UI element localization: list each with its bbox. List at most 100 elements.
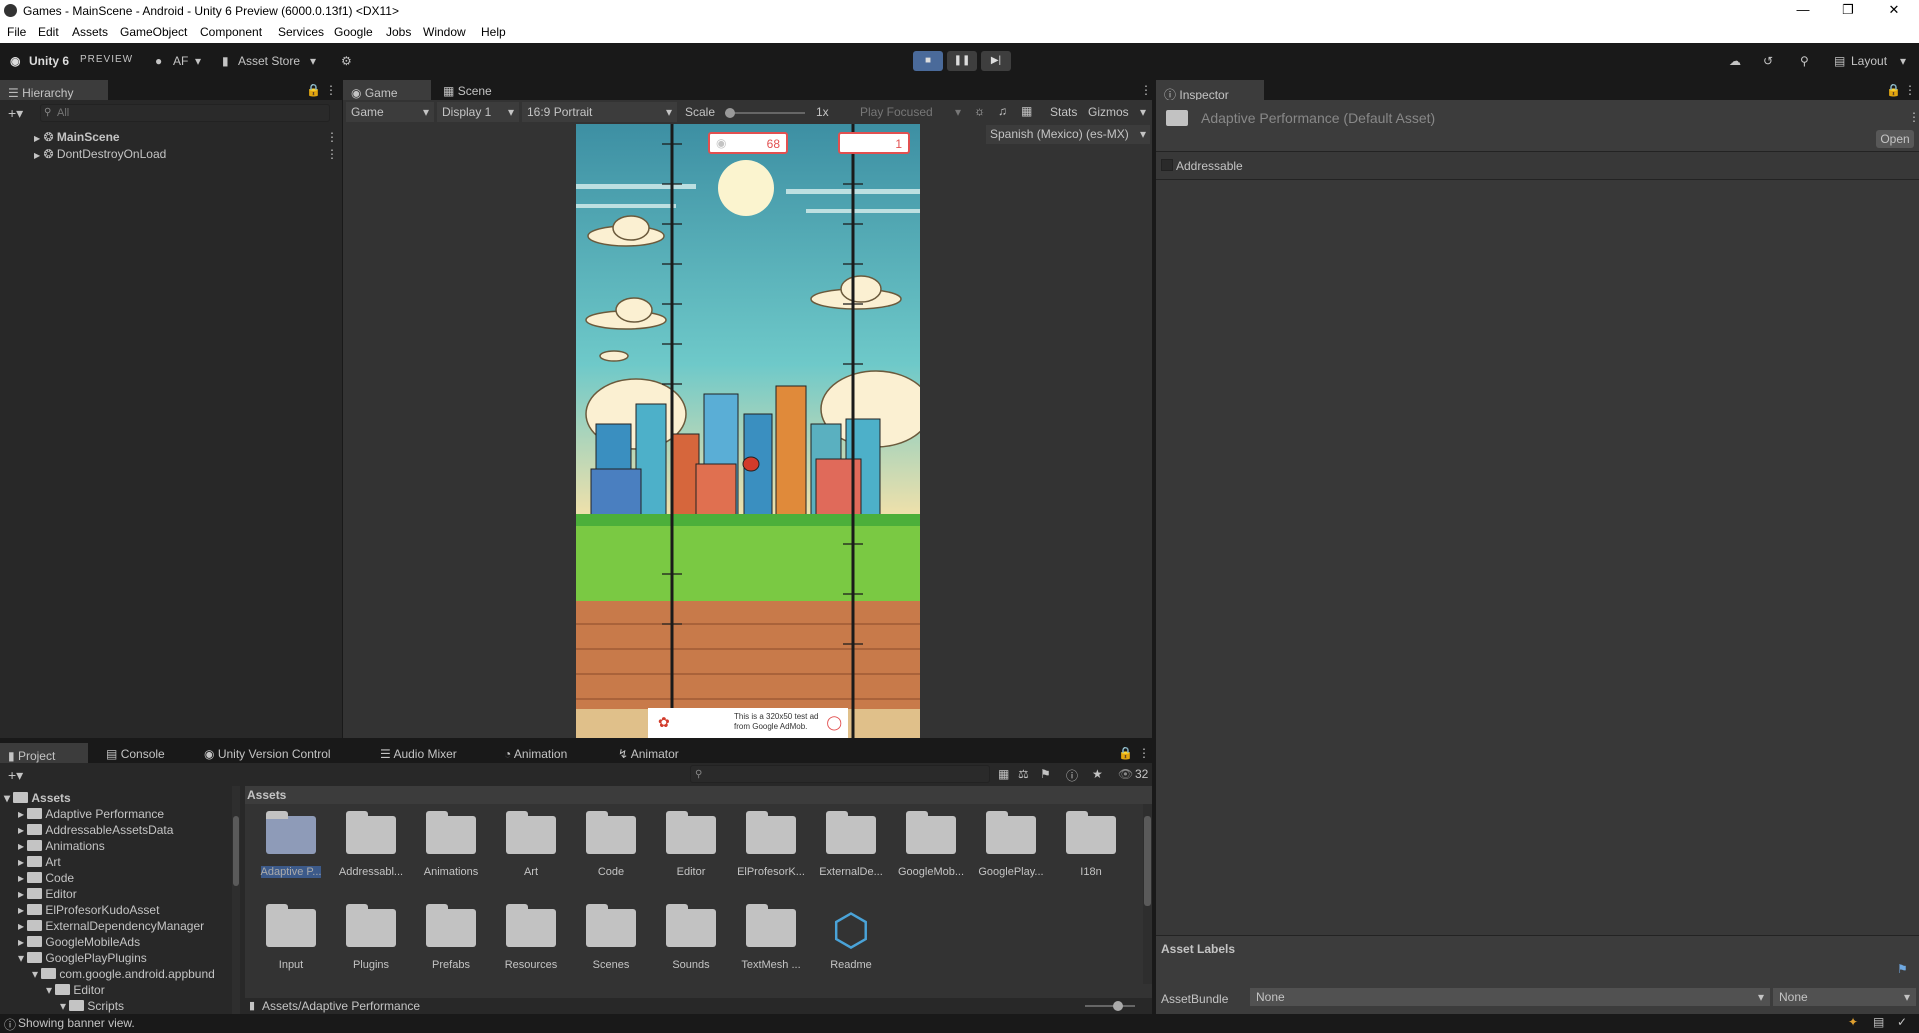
tab-animator[interactable]: ↯ Animator bbox=[610, 743, 687, 763]
minimize-icon[interactable]: — bbox=[1793, 2, 1813, 17]
warning-icon[interactable]: ⓘ bbox=[1066, 767, 1078, 784]
stats-grid-icon[interactable]: ▦ bbox=[1021, 104, 1032, 118]
more-icon[interactable]: ⋮ bbox=[326, 147, 338, 161]
grid-item-folder[interactable]: Input bbox=[251, 904, 331, 971]
grid-item-folder[interactable]: Resources bbox=[491, 904, 571, 971]
grid-item-folder[interactable]: I18n bbox=[1051, 811, 1131, 878]
grid-item-folder[interactable]: Editor bbox=[651, 811, 731, 878]
more-icon[interactable]: ⋮ bbox=[1908, 110, 1919, 124]
aspect-dropdown[interactable]: 16:9 Portrait ▾ bbox=[522, 102, 677, 122]
account-icon[interactable]: ● bbox=[155, 54, 162, 68]
tree-item[interactable]: ▸ Art bbox=[18, 855, 61, 869]
tab-version-control[interactable]: ◉ Unity Version Control bbox=[196, 743, 339, 763]
menu-edit[interactable]: Edit bbox=[38, 25, 59, 39]
cloud-icon[interactable]: ☁ bbox=[1729, 54, 1741, 68]
mute-icon[interactable]: ♫ bbox=[998, 104, 1007, 118]
menu-window[interactable]: Window bbox=[423, 25, 466, 39]
tag-icon[interactable]: ⚑ bbox=[1897, 962, 1908, 976]
tab-animation[interactable]: ◔ Animation bbox=[496, 743, 575, 763]
menu-file[interactable]: File bbox=[7, 25, 26, 39]
pause-button[interactable]: ❚❚ bbox=[947, 51, 977, 71]
search-icon[interactable]: ⚲ bbox=[1800, 54, 1809, 68]
step-button[interactable]: ▶| bbox=[981, 51, 1011, 71]
add-icon[interactable]: +▾ bbox=[8, 767, 23, 784]
history-icon[interactable]: ↺ bbox=[1763, 54, 1773, 68]
more-icon[interactable]: ⋮ bbox=[1904, 83, 1916, 97]
tab-hierarchy[interactable]: ☰ Hierarchy bbox=[0, 80, 108, 100]
close-icon[interactable]: ✕ bbox=[1884, 2, 1904, 18]
maximize-icon[interactable]: ❐ bbox=[1838, 2, 1858, 18]
game-mode-dropdown[interactable]: Game ▾ bbox=[346, 102, 434, 122]
progress-icon[interactable]: ✦ bbox=[1848, 1015, 1858, 1029]
tree-item[interactable]: ▾ Scripts bbox=[60, 999, 124, 1013]
menu-services[interactable]: Services bbox=[278, 25, 324, 39]
lock-icon[interactable]: 🔒 bbox=[1118, 746, 1133, 760]
hierarchy-item-mainscene[interactable]: ▶ ❂ MainScene bbox=[34, 130, 120, 144]
collab-icon[interactable]: ⚙ bbox=[341, 54, 352, 68]
breadcrumb[interactable]: Assets bbox=[245, 786, 1152, 804]
account-dropdown[interactable]: AF bbox=[173, 54, 188, 68]
stats-button[interactable]: Stats bbox=[1050, 105, 1077, 119]
star-icon[interactable]: ★ bbox=[1092, 767, 1103, 781]
icon-size-slider[interactable] bbox=[1085, 1001, 1135, 1011]
grid-item-folder[interactable]: Addressabl... bbox=[331, 811, 411, 878]
tree-item[interactable]: ▸ ElProfesorKudoAsset bbox=[18, 903, 159, 917]
more-icon[interactable]: ⋮ bbox=[1140, 83, 1152, 97]
grid-item-folder[interactable]: GoogleMob... bbox=[891, 811, 971, 878]
project-search-input[interactable]: ⚲ bbox=[690, 765, 990, 783]
tree-item[interactable]: ▸ ExternalDependencyManager bbox=[18, 919, 204, 933]
locale-dropdown[interactable]: Spanish (Mexico) (es-MX) ▾ bbox=[986, 125, 1150, 144]
filter-icon[interactable]: ⚖ bbox=[1018, 767, 1029, 781]
addressable-checkbox[interactable] bbox=[1161, 159, 1173, 171]
label-icon[interactable]: ⚑ bbox=[1040, 767, 1051, 781]
display-dropdown[interactable]: Display 1 ▾ bbox=[437, 102, 519, 122]
gizmos-button[interactable]: Gizmos bbox=[1088, 105, 1129, 119]
search-by-type-icon[interactable]: ▦ bbox=[998, 767, 1009, 781]
hierarchy-search-input[interactable] bbox=[40, 104, 330, 122]
grid-item-folder[interactable]: ElProfesorK... bbox=[731, 811, 811, 878]
play-focused-dropdown[interactable]: Play Focused bbox=[860, 105, 933, 119]
check-icon[interactable]: ✓ bbox=[1897, 1015, 1907, 1029]
grid-item-folder[interactable]: Code bbox=[571, 811, 651, 878]
tree-item[interactable]: ▾ GooglePlayPlugins bbox=[18, 951, 147, 965]
lock-icon[interactable]: 🔒 bbox=[306, 83, 321, 97]
hierarchy-item-dontdestroyonload[interactable]: ▶ ❂ DontDestroyOnLoad bbox=[34, 147, 166, 161]
grid-item-folder[interactable]: Animations bbox=[411, 811, 491, 878]
assetbundle-dropdown[interactable]: None ▾ bbox=[1250, 988, 1770, 1006]
vsync-icon[interactable]: ☼ bbox=[974, 104, 985, 118]
grid-item-folder[interactable]: Prefabs bbox=[411, 904, 491, 971]
grid-scrollbar[interactable] bbox=[1143, 804, 1152, 984]
grid-item-folder[interactable]: TextMesh ... bbox=[731, 904, 811, 971]
tree-item[interactable]: ▸ Editor bbox=[18, 887, 77, 901]
tree-item[interactable]: ▸ Animations bbox=[18, 839, 105, 853]
tree-item[interactable]: ▾ com.google.android.appbund bbox=[32, 967, 215, 981]
tab-console[interactable]: ▤ Console bbox=[98, 743, 173, 763]
more-icon[interactable]: ⋮ bbox=[1138, 746, 1150, 760]
add-icon[interactable]: +▾ bbox=[8, 105, 23, 122]
game-viewport[interactable]: ◉ 68 1 ✿ This is a 320x50 test ad from G… bbox=[576, 124, 920, 738]
tab-scene[interactable]: ▦ Scene bbox=[435, 80, 500, 100]
tree-item[interactable]: ▸ GoogleMobileAds bbox=[18, 935, 140, 949]
tab-project[interactable]: ▮ Project bbox=[0, 743, 88, 763]
menu-gameobject[interactable]: GameObject bbox=[120, 25, 187, 39]
tree-item[interactable]: ▸ Code bbox=[18, 871, 74, 885]
tab-inspector[interactable]: ⓘ Inspector bbox=[1156, 80, 1264, 102]
menu-google[interactable]: Google bbox=[334, 25, 373, 39]
tab-game[interactable]: ◉ Game bbox=[343, 80, 431, 100]
tree-item-assets[interactable]: ▾ Assets bbox=[4, 791, 71, 805]
grid-item-folder[interactable]: Art bbox=[491, 811, 571, 878]
variant-dropdown[interactable]: None ▾ bbox=[1773, 988, 1916, 1006]
open-button[interactable]: Open bbox=[1876, 130, 1914, 148]
menu-jobs[interactable]: Jobs bbox=[386, 25, 411, 39]
grid-item-readme[interactable]: ⬡ Readme bbox=[811, 903, 891, 971]
network-icon[interactable]: ▤ bbox=[1873, 1015, 1884, 1029]
grid-item-folder[interactable]: Adaptive P... bbox=[251, 811, 331, 878]
stop-button[interactable]: ■ bbox=[913, 51, 943, 71]
grid-item-folder[interactable]: Sounds bbox=[651, 904, 731, 971]
tree-scrollbar[interactable] bbox=[232, 786, 240, 1014]
asset-store-button[interactable]: Asset Store bbox=[238, 54, 300, 68]
grid-item-folder[interactable]: Scenes bbox=[571, 904, 651, 971]
grid-item-folder[interactable]: ExternalDe... bbox=[811, 811, 891, 878]
more-icon[interactable]: ⋮ bbox=[326, 130, 338, 144]
tree-item[interactable]: ▸ Adaptive Performance bbox=[18, 807, 164, 821]
